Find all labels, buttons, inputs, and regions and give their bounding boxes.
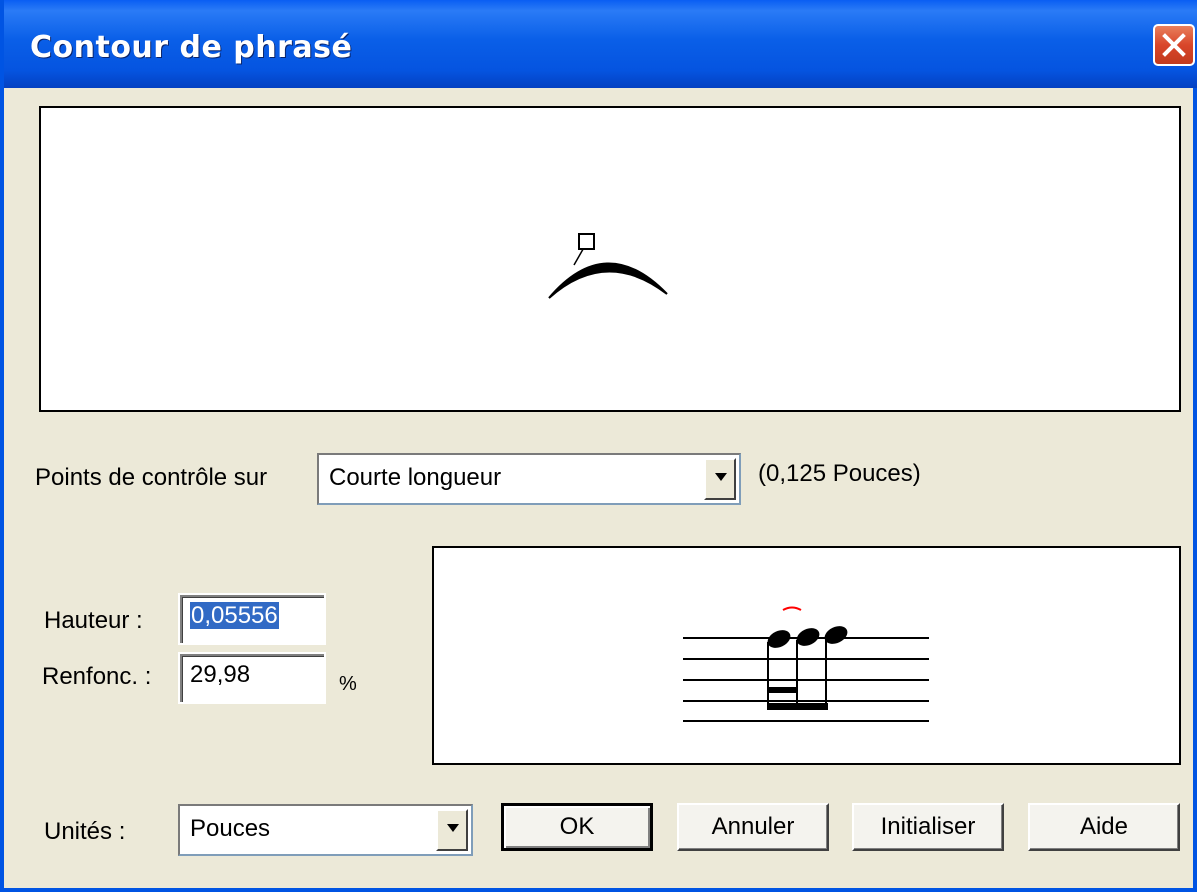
inset-input[interactable]: 29,98	[178, 652, 326, 704]
dialog-window: Contour de phrasé Points de contrôle sur…	[0, 0, 1197, 892]
dialog-title: Contour de phrasé	[30, 30, 353, 65]
height-value: 0,05556	[190, 602, 279, 629]
close-x-icon	[1162, 33, 1186, 57]
reset-button[interactable]: Initialiser	[852, 803, 1004, 851]
units-value: Pouces	[190, 815, 271, 842]
contour-editor[interactable]	[39, 106, 1181, 412]
inset-unit: %	[339, 673, 357, 695]
close-button[interactable]	[1153, 24, 1195, 66]
inset-label: Renfonc. :	[42, 663, 152, 690]
control-points-dropdown-button[interactable]	[704, 458, 736, 500]
triangle-down-icon	[447, 824, 459, 832]
control-points-info: (0,125 Pouces)	[758, 460, 921, 487]
control-point-handle[interactable]	[578, 233, 595, 250]
triangle-down-icon	[715, 473, 727, 481]
control-points-value: Courte longueur	[329, 464, 502, 491]
height-input[interactable]: 0,05556	[178, 593, 326, 645]
music-preview	[432, 546, 1181, 765]
ok-button[interactable]: OK	[501, 803, 653, 851]
title-bar[interactable]: Contour de phrasé	[4, 0, 1197, 88]
units-dropdown-button[interactable]	[436, 809, 468, 851]
slur-preview-mark	[782, 606, 802, 611]
inset-value: 29,98	[190, 661, 251, 688]
cancel-button[interactable]: Annuler	[677, 803, 829, 851]
units-label: Unités :	[44, 818, 126, 845]
height-label: Hauteur :	[44, 607, 143, 634]
control-points-label: Points de contrôle sur	[35, 464, 268, 491]
staff-preview-shape	[683, 606, 929, 722]
help-button[interactable]: Aide	[1028, 803, 1180, 851]
control-points-select[interactable]: Courte longueur	[317, 453, 741, 505]
slur-curve-shape	[548, 233, 668, 299]
units-select[interactable]: Pouces	[178, 804, 473, 856]
